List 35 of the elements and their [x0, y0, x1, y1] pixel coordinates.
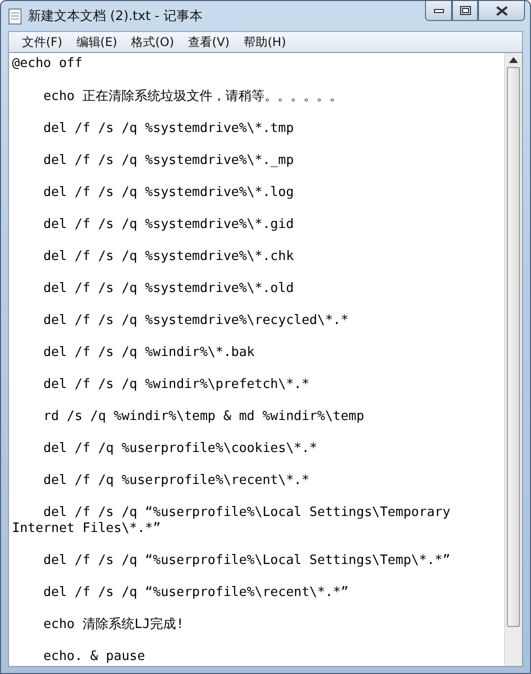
notepad-icon: [8, 8, 22, 24]
text-line: del /f /s /q %systemdrive%\*.tmp: [42, 121, 295, 137]
text-line: del /f /s /q %windir%\*.bak: [42, 345, 256, 361]
menu-item[interactable]: 帮助(H): [236, 34, 293, 50]
text-line: del /f /s /q “%userprofile%\Local Settings\Temp\*.*”: [42, 553, 452, 569]
menu-item[interactable]: 格式(O): [124, 34, 182, 50]
scroll-up-icon[interactable]: [509, 57, 518, 63]
text-line: rd /s /q %windir%\temp & md %windir%\temp: [42, 409, 366, 425]
text-line: @echo off: [12, 56, 84, 72]
text-line: del /f /s /q %systemdrive%\*.log: [42, 185, 295, 201]
text-line: del /f /q %userprofile%\cookies\*.*: [42, 441, 318, 457]
menu-item[interactable]: 查看(V): [181, 34, 237, 50]
close-icon: [496, 6, 508, 16]
text-line: echo. & pause: [42, 649, 146, 665]
window-title: 新建文本文档 (2).txt - 记事本: [28, 8, 203, 25]
minimize-button[interactable]: [425, 1, 452, 21]
text-line: del /f /s /q %windir%\prefetch\*.*: [42, 377, 310, 393]
minimize-icon: [434, 8, 444, 12]
text-line: del /f /s /q %systemdrive%\*._mp: [42, 153, 295, 169]
menu-item[interactable]: 文件(F): [15, 34, 70, 50]
text-line: echo 清除系统LJ完成!: [42, 617, 185, 633]
text-line: echo 正在清除系统垃圾文件，请稍等。。。。。。: [42, 89, 344, 105]
maximize-button[interactable]: [452, 1, 478, 21]
close-button[interactable]: [478, 1, 525, 21]
menu-item[interactable]: 编辑(E): [69, 34, 124, 50]
text-line: del /f /s /q “%userprofile%\Local Settings\Temporary Internet Files\*.*”: [12, 505, 452, 537]
text-line: del /f /q %userprofile%\recent\*.*: [42, 473, 310, 489]
text-line: del /f /s /q %systemdrive%\recycled\*.*: [42, 313, 350, 329]
text-line: del /f /s /q %systemdrive%\*.old: [42, 281, 295, 297]
maximize-icon: [460, 6, 470, 15]
text-line: del /f /s /q %systemdrive%\*.chk: [42, 249, 295, 265]
text-line: del /f /s /q “%userprofile%\recent\*.*”: [42, 585, 350, 601]
scrollbar-thumb[interactable]: [507, 67, 520, 627]
scrollbar[interactable]: [504, 53, 522, 666]
text-line: del /f /s /q %systemdrive%\*.gid: [42, 217, 295, 233]
